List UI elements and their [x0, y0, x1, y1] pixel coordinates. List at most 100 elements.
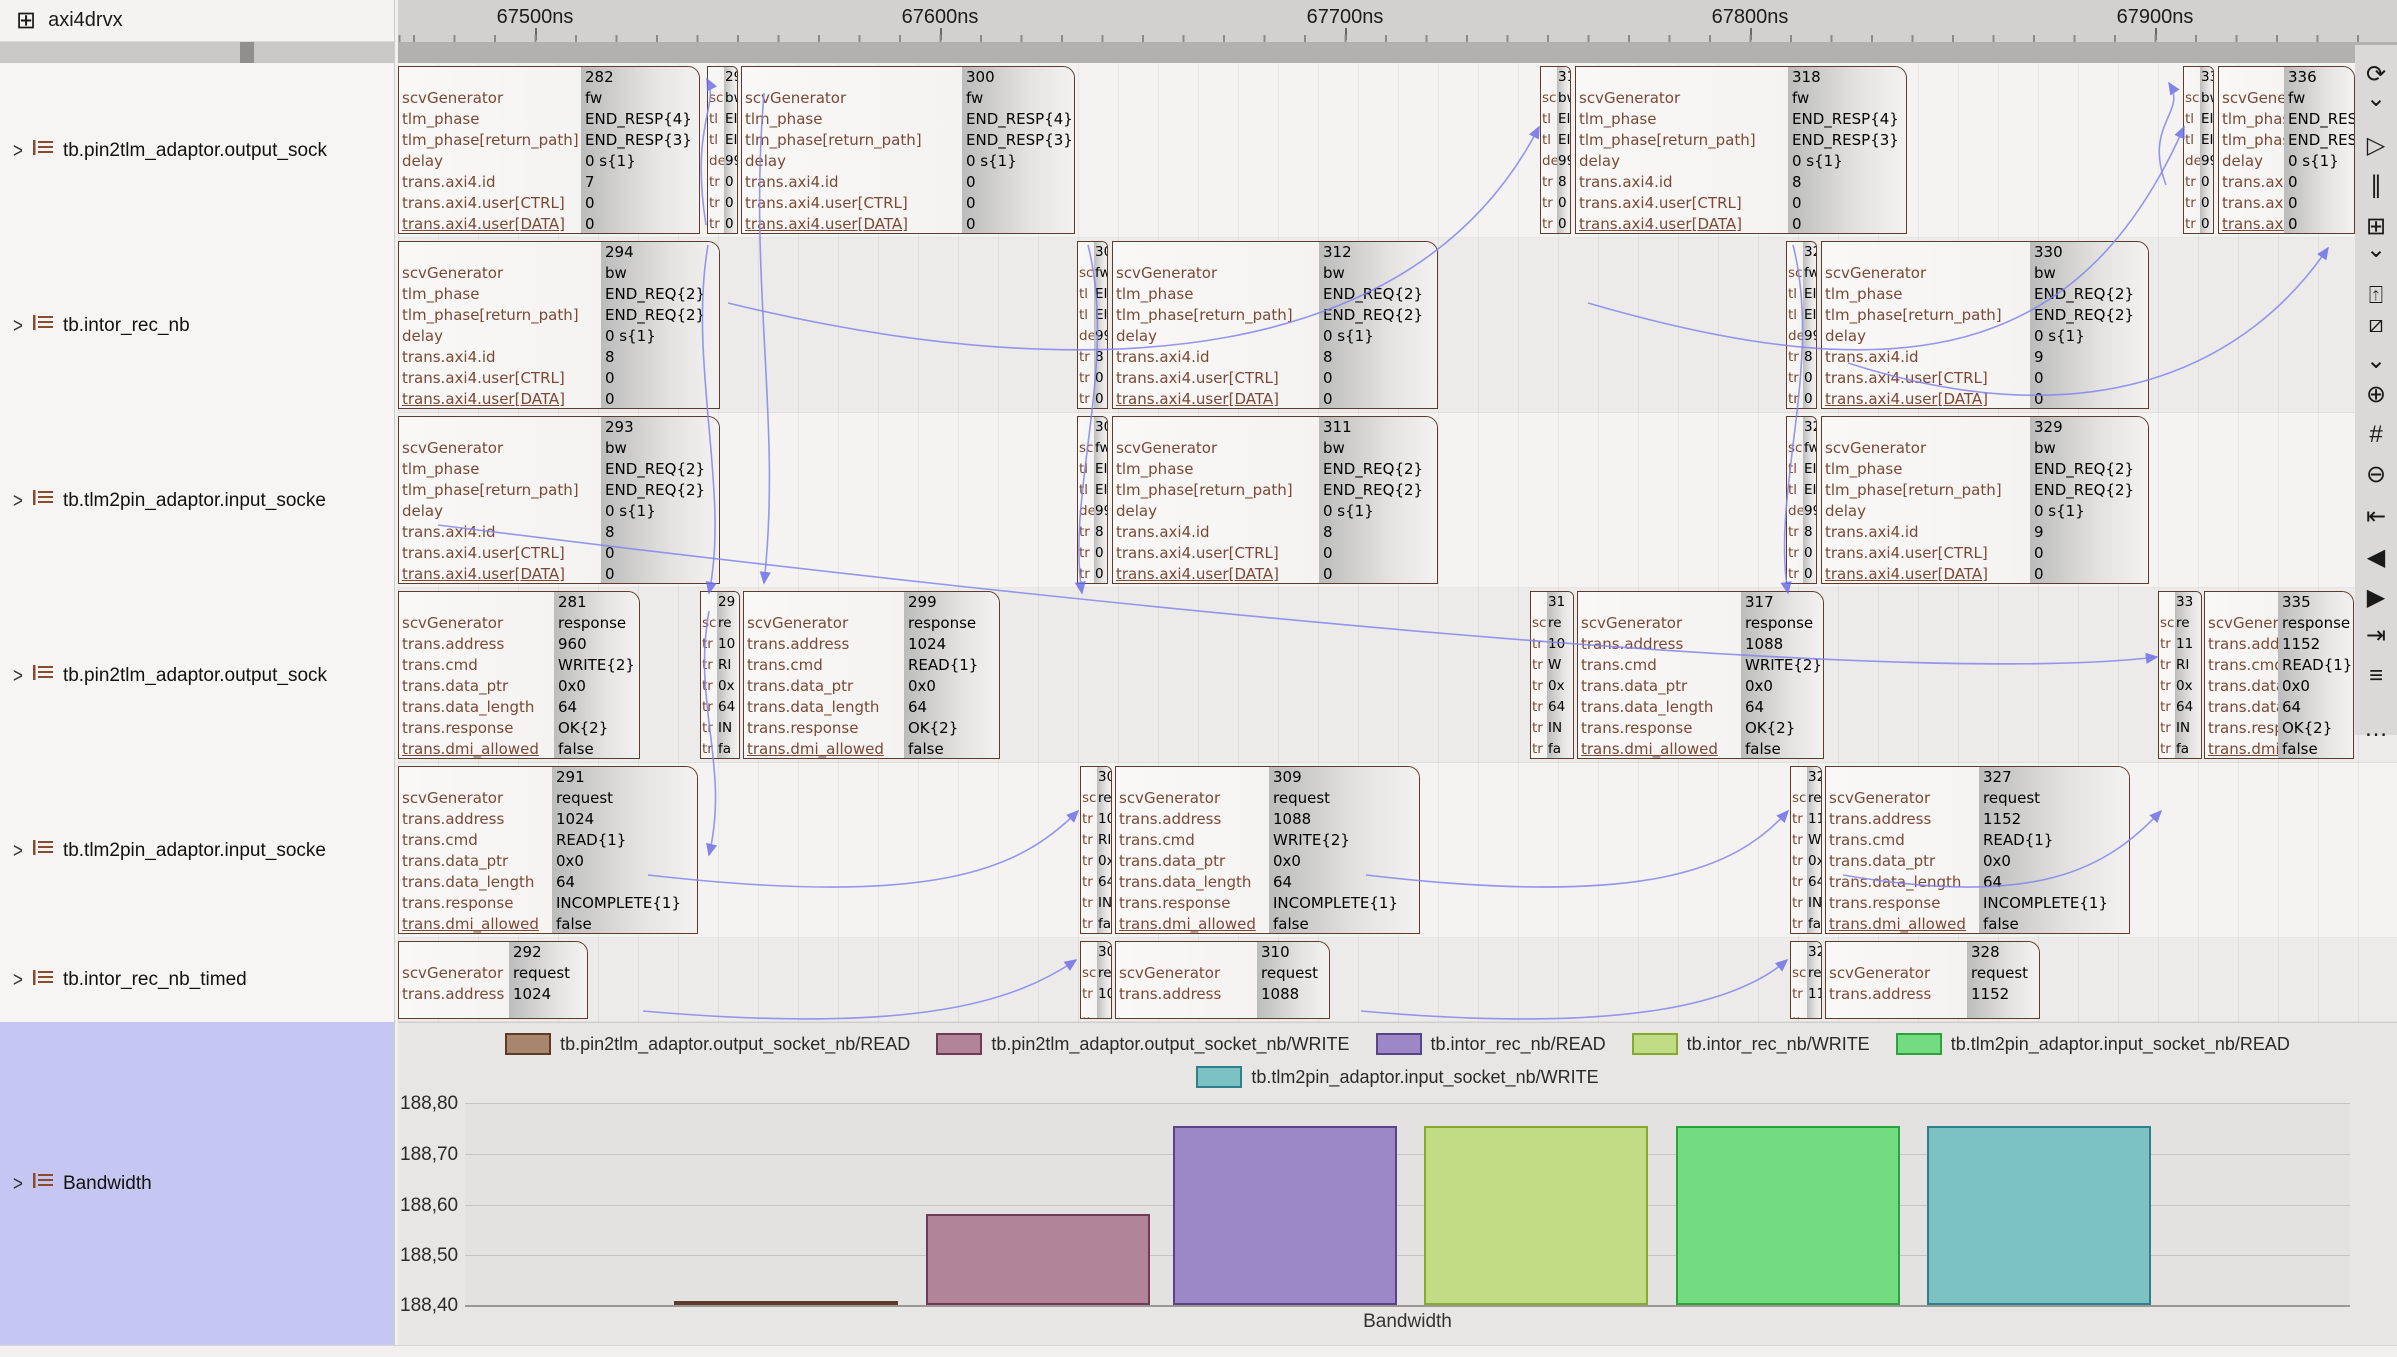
transaction-box-narrow-31[interactable]: sctltldetrtrtr31bwEIEI99800 [1540, 66, 1571, 234]
chevron-right-icon[interactable]: > [13, 663, 23, 688]
transaction-box-293[interactable]: scvGeneratortlm_phasetlm_phase[return_pa… [398, 416, 720, 584]
transaction-box-narrow-29[interactable]: sctltldetrtrtr29bwEIEI99000 [707, 66, 738, 234]
transaction-attr-values: 294bwEND_REQ{2}END_REQ{2}0 s{1}800 [601, 242, 719, 408]
sidebar-hscrollbar[interactable] [0, 42, 394, 63]
chevron-right-icon[interactable]: > [13, 313, 23, 338]
chevron-right-icon[interactable]: > [13, 838, 23, 863]
transaction-box-311[interactable]: scvGeneratortlm_phasetlm_phase[return_pa… [1112, 416, 1438, 584]
transaction-attr-names: sctltldetrtrtr [1078, 242, 1094, 408]
transaction-box-282[interactable]: scvGeneratortlm_phasetlm_phase[return_pa… [398, 66, 700, 234]
transaction-box-312[interactable]: scvGeneratortlm_phasetlm_phase[return_pa… [1112, 241, 1438, 409]
transaction-box-336[interactable]: scvGeneratortlm_phasetlm_phase[return_pa… [2218, 66, 2355, 234]
sidebar-item-stream-1[interactable]: >tb.intor_rec_nb [0, 238, 394, 413]
transaction-attr-names: scvGeneratortlm_phasetlm_phase[return_pa… [1113, 242, 1319, 408]
transaction-box-narrow-30[interactable]: sctltldetrtrtr30fwEIEI99800 [1077, 241, 1108, 409]
zoom-out-icon[interactable]: ⊖ [2355, 463, 2397, 487]
legend-label: tb.tlm2pin_adaptor.input_socket_nb/WRITE [1251, 1067, 1598, 1088]
transaction-box-318[interactable]: scvGeneratortlm_phasetlm_phase[return_pa… [1575, 66, 1907, 234]
transaction-box-narrow-32[interactable]: sctltldetrtrtr32fwEIEI99800 [1786, 416, 1817, 584]
transaction-box-narrow-31[interactable]: sctrtrtrtrtrtr31re10W0x64INfa [1530, 591, 1574, 759]
transaction-box-299[interactable]: scvGeneratortrans.addresstrans.cmdtrans.… [743, 591, 1000, 759]
legend-label: tb.pin2tlm_adaptor.output_socket_nb/READ [560, 1034, 910, 1055]
play-outline-icon[interactable]: ▷ [2355, 134, 2397, 158]
pause-icon[interactable]: ∥ [2355, 174, 2397, 198]
chart-gridline [465, 1305, 2350, 1307]
sidebar-item-stream-5[interactable]: >tb.intor_rec_nb_timed [0, 938, 394, 1022]
more-icon[interactable]: … [2355, 717, 2397, 741]
sidebar-item-stream-0[interactable]: > tb.pin2tlm_adaptor.output_sock [0, 63, 394, 238]
transaction-attr-names: scvGeneratortrans.addresstrans.cmdtrans.… [399, 592, 554, 758]
transaction-attr-values: 33re11RI0x64INfa [2175, 592, 2201, 758]
chevron-right-icon[interactable]: > [13, 968, 23, 993]
sidebar-item-label: tb.tlm2pin_adaptor.input_socke [63, 490, 326, 512]
transaction-box-narrow-29[interactable]: sctrtrtrtrtrtr29re10RI0x64INfa [700, 591, 740, 759]
ruler-icon[interactable]: ⧄ [2355, 313, 2397, 337]
sidebar-hscrollbar-thumb[interactable] [240, 42, 254, 63]
sidebar-item-stream-3[interactable]: >tb.pin2tlm_adaptor.output_sock [0, 588, 394, 763]
transaction-box-335[interactable]: scvGeneratortrans.addresstrans.cmdtrans.… [2204, 591, 2354, 759]
zoom-in-icon[interactable]: ⊕ [2355, 383, 2397, 407]
transaction-box-327[interactable]: scvGeneratortrans.addresstrans.cmdtrans.… [1825, 766, 2130, 934]
sidebar-item-stream-2[interactable]: > tb.tlm2pin_adaptor.input_socke [0, 413, 394, 588]
sidebar-item-stream-4[interactable]: > tb.tlm2pin_adaptor.input_socke [0, 763, 394, 938]
transaction-box-292[interactable]: scvGeneratortrans.address..292request102… [398, 941, 588, 1019]
next-transaction-icon[interactable]: ▶ [2355, 586, 2397, 610]
transaction-attr-values: 300fwEND_RESP{4}END_RESP{3}0 s{1}000 [962, 67, 1074, 233]
chevron-right-icon[interactable]: > [13, 138, 23, 163]
transaction-box-310[interactable]: scvGeneratortrans.address..310request108… [1115, 941, 1330, 1019]
prev-transaction-icon[interactable]: ◀ [2355, 546, 2397, 570]
transaction-attr-values: 336fwEND_RESP{4}END_RESP{3}0 s{1}000 [2284, 67, 2354, 233]
transaction-box-narrow-32[interactable]: sctltldetrtrtr32fwEIEI99800 [1786, 241, 1817, 409]
transaction-box-309[interactable]: scvGeneratortrans.addresstrans.cmdtrans.… [1115, 766, 1420, 934]
right-toolbar: ⟳⌄▷∥⊞⌄⍐⧄⌄⊕#⊖⇤◀▶⇥≡… [2355, 45, 2397, 735]
transaction-attr-names: sctrtrtrtrtrtr [2159, 592, 2175, 758]
transaction-box-328[interactable]: scvGeneratortrans.address..328request115… [1825, 941, 2040, 1019]
stream-row-3 [398, 588, 2397, 763]
transaction-box-narrow-30[interactable]: sctrtrtrtrtrtr30re10RI0x64INfa [1080, 766, 1112, 934]
chevron-down-icon[interactable]: ⌄ [2355, 87, 2397, 111]
waveform-canvas[interactable]: scvGeneratortlm_phasetlm_phase[return_pa… [398, 63, 2397, 1022]
chevron-down-icon[interactable]: ⌄ [2355, 238, 2397, 262]
legend-item: tb.intor_rec_nb/READ [1376, 1033, 1606, 1055]
transaction-attr-names: sctrtrtrtrtrtr [1081, 767, 1097, 933]
transaction-attr-values: 329bwEND_REQ{2}END_REQ{2}0 s{1}900 [2030, 417, 2148, 583]
transaction-box-narrow-30[interactable]: sctltldetrtrtr30fwEIEI99800 [1077, 416, 1108, 584]
transaction-box-narrow-32[interactable]: sctr..32re11 [1790, 941, 1822, 1019]
main-hscrollbar[interactable] [398, 42, 2397, 63]
transaction-box-329[interactable]: scvGeneratortlm_phasetlm_phase[return_pa… [1821, 416, 2149, 584]
sidebar-item-label: tb.pin2tlm_adaptor.output_sock [63, 140, 327, 162]
transaction-attr-values: 30re10RI0x64INfa [1097, 767, 1111, 933]
chevron-right-icon[interactable]: > [13, 1171, 23, 1196]
skip-end-icon[interactable]: ⇥ [2355, 624, 2397, 648]
sidebar-item-bandwidth[interactable]: >Bandwidth [0, 1022, 394, 1345]
transaction-box-291[interactable]: scvGeneratortrans.addresstrans.cmdtrans.… [398, 766, 698, 934]
transaction-attr-values: 31bwEIEI99800 [1557, 67, 1570, 233]
transaction-box-281[interactable]: scvGeneratortrans.addresstrans.cmdtrans.… [398, 591, 640, 759]
transaction-box-330[interactable]: scvGeneratortlm_phasetlm_phase[return_pa… [1821, 241, 2149, 409]
legend-item: tb.pin2tlm_adaptor.output_socket_nb/READ [505, 1033, 910, 1055]
legend-swatch [505, 1033, 551, 1055]
filter-settings-icon[interactable]: ≡ [2355, 664, 2397, 688]
sidebar-item-label: tb.tlm2pin_adaptor.input_socke [63, 840, 326, 862]
transaction-box-narrow-33[interactable]: sctltldetrtrtr33bwEIEI99000 [2183, 66, 2214, 234]
transaction-box-300[interactable]: scvGeneratortlm_phasetlm_phase[return_pa… [741, 66, 1075, 234]
chevron-down-icon[interactable]: ⌄ [2355, 349, 2397, 373]
y-tick-label: 188,50 [400, 1245, 458, 1267]
transaction-box-narrow-33[interactable]: sctrtrtrtrtrtr33re11RI0x64INfa [2158, 591, 2202, 759]
legend-label: tb.pin2tlm_adaptor.output_socket_nb/WRIT… [991, 1034, 1349, 1055]
transaction-box-317[interactable]: scvGeneratortrans.addresstrans.cmdtrans.… [1577, 591, 1824, 759]
transaction-box-narrow-30[interactable]: sctr..30re10 [1080, 941, 1112, 1019]
legend-swatch [1632, 1033, 1678, 1055]
transaction-box-294[interactable]: scvGeneratortlm_phasetlm_phase[return_pa… [398, 241, 720, 409]
legend-swatch [1376, 1033, 1422, 1055]
transaction-attr-values: 29bwEIEI99000 [724, 67, 737, 233]
transaction-attr-values: 330bwEND_REQ{2}END_REQ{2}0 s{1}900 [2030, 242, 2148, 408]
skip-start-icon[interactable]: ⇤ [2355, 505, 2397, 529]
refresh-icon[interactable]: ⟳ [2355, 63, 2397, 87]
transaction-attr-names: scvGeneratortlm_phasetlm_phase[return_pa… [399, 67, 581, 233]
transaction-box-narrow-32[interactable]: sctrtrtrtrtrtr32re11W0x64INfa [1790, 766, 1822, 934]
folder-up-icon[interactable]: ⍐ [2355, 284, 2397, 308]
chevron-right-icon[interactable]: > [13, 488, 23, 513]
time-tick-label: 67500ns [465, 6, 605, 29]
zoom-fit-icon[interactable]: # [2355, 423, 2397, 447]
